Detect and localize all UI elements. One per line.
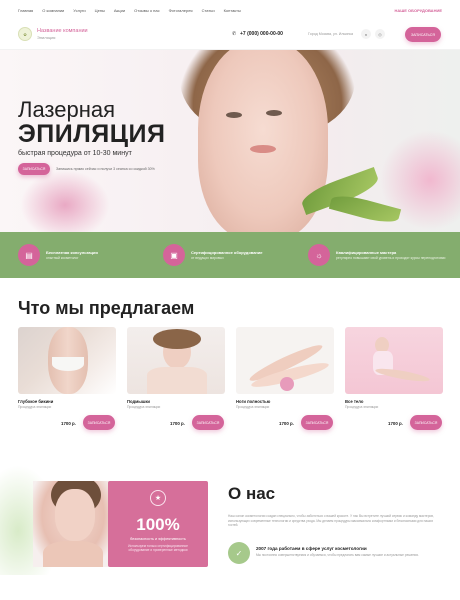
service-image-bikini <box>18 327 116 394</box>
feature-subtitle: регулярно повышают свой уровень и проход… <box>336 256 446 260</box>
about-text: Наш салон косметологии создан специально… <box>228 514 434 528</box>
service-name: Глубокое бикини <box>18 399 54 404</box>
orchid-image <box>20 170 110 232</box>
service-image-underarms <box>127 327 225 394</box>
service-price: 1700 р. <box>388 421 403 426</box>
feature-title: Бесплатная консультация <box>46 250 98 255</box>
hero-banner: Лазерная ЭПИЛЯЦИЯ быстрая процедура от 1… <box>0 50 460 232</box>
top-navigation: Главная О компании Услуги Цены Акции Отз… <box>0 0 460 20</box>
stats-description: Используем только сертифицированное обор… <box>128 544 188 553</box>
service-signup-button[interactable]: ЗАПИСАТЬСЯ <box>410 415 442 430</box>
stats-subtitle: безопасность и эффективность <box>130 537 186 541</box>
nav-equipment-link[interactable]: НАШЕ ОБОРУДОВАНИЕ <box>394 8 442 13</box>
nav-item-reviews[interactable]: Отзывы о нас <box>134 8 160 13</box>
award-icon: ★ <box>150 490 166 506</box>
address: Город Москва, ул. Ильинка <box>308 32 353 36</box>
about-years-sub: Мы постоянно совершенствуемся и обучаемс… <box>256 553 419 557</box>
model-lips <box>250 145 276 153</box>
hero-signup-button[interactable]: ЗАПИСАТЬСЯ <box>18 163 50 175</box>
model-eye <box>266 110 282 116</box>
service-signup-button[interactable]: ЗАПИСАТЬСЯ <box>83 415 115 430</box>
hero-note: Запишись прямо сейчас и получи 3 сеанса … <box>56 167 155 171</box>
feature-subtitle: от ведущих мировых <box>191 256 224 260</box>
phone-icon: ✆ <box>232 31 237 37</box>
hero-subtitle: быстрая процедура от 10-30 минут <box>18 150 132 157</box>
nav-item-services[interactable]: Услуги <box>73 8 85 13</box>
nav-item-about[interactable]: О компании <box>42 8 64 13</box>
service-price: 1700 р. <box>61 421 76 426</box>
about-title: О нас <box>228 484 276 503</box>
model-eye <box>226 112 242 118</box>
feature-subtitle: опытный косметолог <box>46 256 79 260</box>
service-subtitle: Процедура эпиляции <box>127 405 161 409</box>
monitor-icon: ▣ <box>163 244 185 266</box>
service-signup-button[interactable]: ЗАПИСАТЬСЯ <box>192 415 224 430</box>
nav-item-promotions[interactable]: Акции <box>114 8 125 13</box>
site-header: ✿ Название компании Эпиляция ✆ +7 (000) … <box>0 20 460 50</box>
hero-title-line2: ЭПИЛЯЦИЯ <box>18 120 166 148</box>
feature-title: Квалифицированные мастера <box>336 250 397 255</box>
about-years: 2007 года работаем в сфере услуг космето… <box>256 546 367 551</box>
service-signup-button[interactable]: ЗАПИСАТЬСЯ <box>301 415 333 430</box>
nav-item-gallery[interactable]: Фотогалерея <box>169 8 193 13</box>
service-image-legs <box>236 327 334 394</box>
vk-icon[interactable]: в <box>361 29 371 39</box>
feature-title: Сертифицированное оборудование <box>191 250 263 255</box>
service-name: Подмышки <box>127 399 151 404</box>
features-band: ▤ Бесплатная консультация опытный космет… <box>0 232 460 278</box>
service-price: 1700 р. <box>279 421 294 426</box>
document-icon: ▤ <box>18 244 40 266</box>
services-title: Что мы предлагаем <box>18 298 195 318</box>
about-photo <box>33 481 113 567</box>
header-signup-button[interactable]: ЗАПИСАТЬСЯ <box>405 27 441 42</box>
company-name: Название компании <box>37 28 88 34</box>
service-subtitle: Процедура эпиляции <box>345 405 379 409</box>
service-name: Все тело <box>345 399 364 404</box>
service-subtitle: Процедура эпиляции <box>18 405 52 409</box>
instagram-icon[interactable]: ◎ <box>375 29 385 39</box>
nav-item-articles[interactable]: Статьи <box>202 8 215 13</box>
certificate-icon: ✓ <box>228 542 250 564</box>
nav-item-contacts[interactable]: Контакты <box>224 8 241 13</box>
lightbulb-icon: ☼ <box>308 244 330 266</box>
service-name: Ноги полностью <box>236 399 271 404</box>
logo-icon[interactable]: ✿ <box>18 27 32 41</box>
service-image-full-body <box>345 327 443 394</box>
service-price: 1700 р. <box>170 421 185 426</box>
nav-item-prices[interactable]: Цены <box>95 8 105 13</box>
stats-percent: 100% <box>136 515 180 534</box>
nav-item-home[interactable]: Главная <box>18 8 33 13</box>
service-subtitle: Процедура эпиляции <box>236 405 270 409</box>
phone-number[interactable]: +7 (000) 000-00-00 <box>240 31 283 37</box>
company-subtitle: Эпиляция <box>37 35 56 40</box>
